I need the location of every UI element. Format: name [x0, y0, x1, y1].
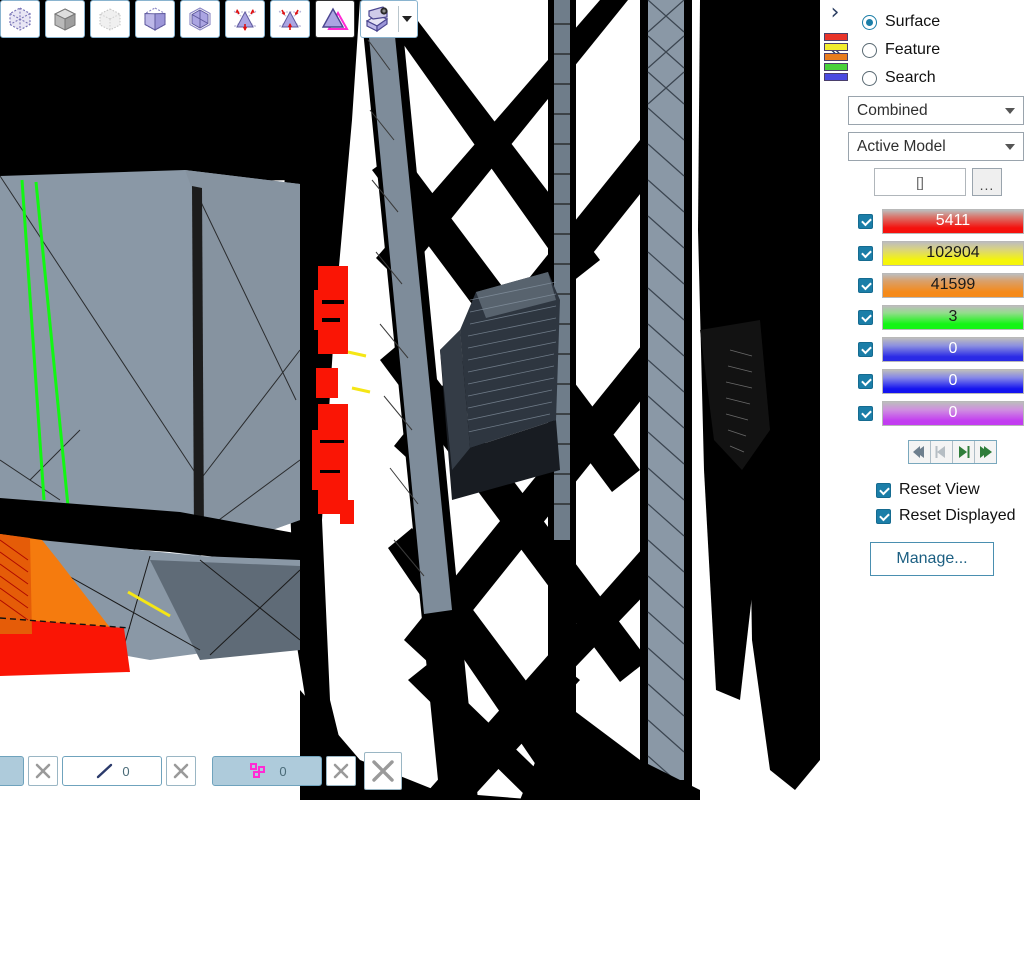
edge-icon	[94, 762, 116, 780]
radio-option-search[interactable]: Search	[862, 64, 940, 92]
radio-surface-label: Surface	[885, 13, 940, 31]
reset-view-checkbox-row[interactable]: Reset View	[876, 478, 980, 502]
legend-swatch[interactable]: 102904	[882, 241, 1024, 266]
legend-value: 3	[949, 308, 958, 326]
legend-swatch[interactable]: 41599	[882, 273, 1024, 298]
chevron-down-icon[interactable]	[402, 16, 412, 22]
legend-checkbox[interactable]	[858, 374, 873, 389]
explode-in-icon-button[interactable]	[270, 0, 310, 38]
legend-row[interactable]: 102904	[858, 237, 1024, 269]
legend-swatch[interactable]: 0	[882, 369, 1024, 394]
filter-input[interactable]: []	[874, 168, 966, 196]
radio-option-surface[interactable]: Surface	[862, 8, 940, 36]
legend-value: 0	[949, 372, 958, 390]
legend-row[interactable]: 0	[858, 333, 1024, 365]
edge-count-field[interactable]: 0	[62, 756, 162, 786]
reset-displayed-checkbox-row[interactable]: Reset Displayed	[876, 504, 1016, 528]
last-button[interactable]	[975, 441, 996, 463]
legend-swatch[interactable]: 0	[882, 337, 1024, 362]
solid-cube-icon-button[interactable]	[180, 0, 220, 38]
legend-swatch[interactable]: 0	[882, 401, 1024, 426]
application-window: 0 0 ›	[0, 0, 1024, 980]
legend-value: 5411	[936, 212, 970, 230]
clear-all-button[interactable]	[364, 752, 402, 790]
radio-surface-indicator[interactable]	[862, 15, 877, 30]
legend-checkbox[interactable]	[858, 310, 873, 325]
explode-out-icon-button[interactable]	[225, 0, 265, 38]
reset-displayed-checkbox[interactable]	[876, 509, 891, 524]
model-dropdown[interactable]: Active Model	[848, 132, 1024, 161]
legend-value: 41599	[931, 276, 976, 294]
camera-view-icon	[363, 5, 395, 33]
legend-checkbox[interactable]	[858, 214, 873, 229]
legend-value: 0	[949, 404, 958, 422]
view-toolbar	[0, 0, 430, 40]
manage-button[interactable]: Manage...	[870, 542, 994, 576]
properties-panel: › » Surface Feature Search	[820, 0, 1024, 980]
reset-view-checkbox[interactable]	[876, 483, 891, 498]
transparent-cube-icon-button[interactable]	[90, 0, 130, 38]
legend-row[interactable]: 0	[858, 365, 1024, 397]
silhouette-triangle-icon-button[interactable]	[315, 0, 355, 38]
legend-value: 102904	[926, 244, 979, 262]
clear-edge-button[interactable]	[166, 756, 196, 786]
scope-dropdown[interactable]: Combined	[848, 96, 1024, 125]
toolbar-separator	[398, 6, 399, 32]
reset-displayed-label: Reset Displayed	[899, 507, 1016, 525]
legend-checkbox[interactable]	[858, 406, 873, 421]
surface-count-field[interactable]	[0, 756, 24, 786]
radio-feature-indicator[interactable]	[862, 43, 877, 58]
model-mesh	[0, 0, 820, 800]
first-button[interactable]	[909, 441, 931, 463]
hidden-line-cube-icon-button[interactable]	[0, 0, 40, 38]
point-count-field[interactable]: 0	[212, 756, 322, 786]
layer-legend-list: 5411 102904 41599 3	[858, 205, 1024, 429]
legend-row[interactable]: 5411	[858, 205, 1024, 237]
reset-view-label: Reset View	[899, 481, 980, 499]
expand-chevron-icon[interactable]: ›	[820, 2, 850, 24]
previous-button[interactable]	[931, 441, 953, 463]
legend-value: 0	[949, 340, 958, 358]
3d-model-viewport[interactable]	[0, 0, 820, 800]
model-dropdown-value: Active Model	[857, 138, 1005, 156]
radio-search-indicator[interactable]	[862, 71, 877, 86]
legend-checkbox[interactable]	[858, 278, 873, 293]
clear-surface-button[interactable]	[28, 756, 58, 786]
shaded-cube-icon-button[interactable]	[45, 0, 85, 38]
chevron-down-icon[interactable]	[1005, 108, 1015, 114]
radio-search-label: Search	[885, 69, 936, 87]
scope-dropdown-value: Combined	[857, 102, 1005, 120]
close-icon	[33, 761, 53, 781]
radio-feature-label: Feature	[885, 41, 940, 59]
legend-navigation-buttons	[908, 440, 997, 464]
legend-row[interactable]: 41599	[858, 269, 1024, 301]
close-icon	[331, 761, 351, 781]
close-icon	[369, 757, 397, 785]
close-icon	[171, 761, 191, 781]
legend-swatch[interactable]: 3	[882, 305, 1024, 330]
filter-input-value: []	[916, 174, 924, 190]
mini-legend-icon[interactable]	[824, 33, 848, 83]
browse-button[interactable]: ...	[972, 168, 1002, 196]
clear-point-button[interactable]	[326, 756, 356, 786]
selection-status-bar: 0 0	[0, 752, 420, 790]
legend-checkbox[interactable]	[858, 246, 873, 261]
mode-radio-group: Surface Feature Search	[862, 8, 940, 92]
point-count-value: 0	[279, 764, 286, 779]
next-button[interactable]	[953, 441, 975, 463]
section-cube-icon-button[interactable]	[135, 0, 175, 38]
legend-checkbox[interactable]	[858, 342, 873, 357]
legend-row[interactable]: 3	[858, 301, 1024, 333]
radio-option-feature[interactable]: Feature	[862, 36, 940, 64]
point-icon	[247, 761, 273, 781]
edge-count-value: 0	[122, 764, 129, 779]
camera-view-button-group[interactable]	[360, 0, 418, 38]
panel-expanders: › »	[820, 0, 850, 62]
legend-row[interactable]: 0	[858, 397, 1024, 429]
chevron-down-icon[interactable]	[1005, 144, 1015, 150]
legend-swatch[interactable]: 5411	[882, 209, 1024, 234]
